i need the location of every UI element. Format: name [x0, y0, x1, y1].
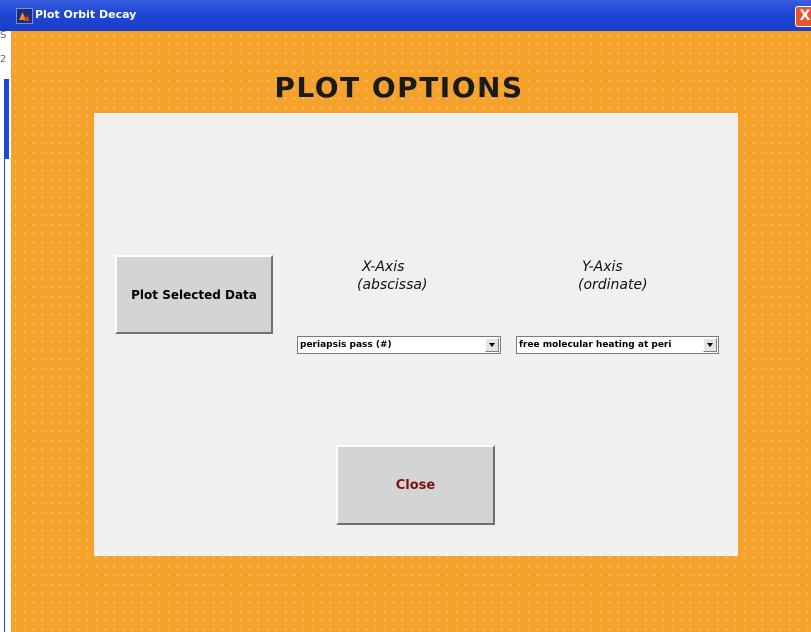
- y-axis-sublabel: (ordinate): [578, 277, 648, 293]
- figure-area: PLOT OPTIONS Plot Selected Data X-Axis (…: [11, 31, 811, 632]
- plot-selected-data-button[interactable]: Plot Selected Data: [115, 255, 273, 334]
- edge-blue-line: [4, 159, 5, 632]
- options-panel: Plot Selected Data X-Axis (abscissa) Y-A…: [94, 113, 738, 556]
- matlab-figure-icon: [16, 8, 33, 24]
- x-axis-selected-value: periapsis pass (#): [300, 340, 392, 350]
- close-button[interactable]: Close: [336, 445, 495, 525]
- y-axis-label: Y-Axis: [582, 259, 623, 275]
- app-window: Plot Orbit Decay X S 2 PLOT OPTIONS Plot…: [0, 0, 811, 632]
- title-bar[interactable]: Plot Orbit Decay X: [0, 0, 811, 31]
- window-title: Plot Orbit Decay: [35, 8, 137, 21]
- edge-glyph: 2: [0, 54, 7, 65]
- edge-glyph: S: [0, 30, 7, 41]
- close-icon[interactable]: X: [795, 6, 811, 27]
- x-axis-select[interactable]: periapsis pass (#): [297, 336, 501, 354]
- dropdown-arrow-icon[interactable]: [485, 338, 499, 352]
- x-axis-label: X-Axis: [362, 259, 405, 275]
- left-edge-strip: S 2: [0, 30, 11, 632]
- page-title: PLOT OPTIONS: [274, 71, 524, 104]
- dropdown-arrow-icon[interactable]: [703, 338, 717, 352]
- x-axis-sublabel: (abscissa): [357, 277, 428, 293]
- y-axis-select[interactable]: free molecular heating at peri: [516, 336, 719, 354]
- y-axis-selected-value: free molecular heating at peri: [519, 340, 672, 350]
